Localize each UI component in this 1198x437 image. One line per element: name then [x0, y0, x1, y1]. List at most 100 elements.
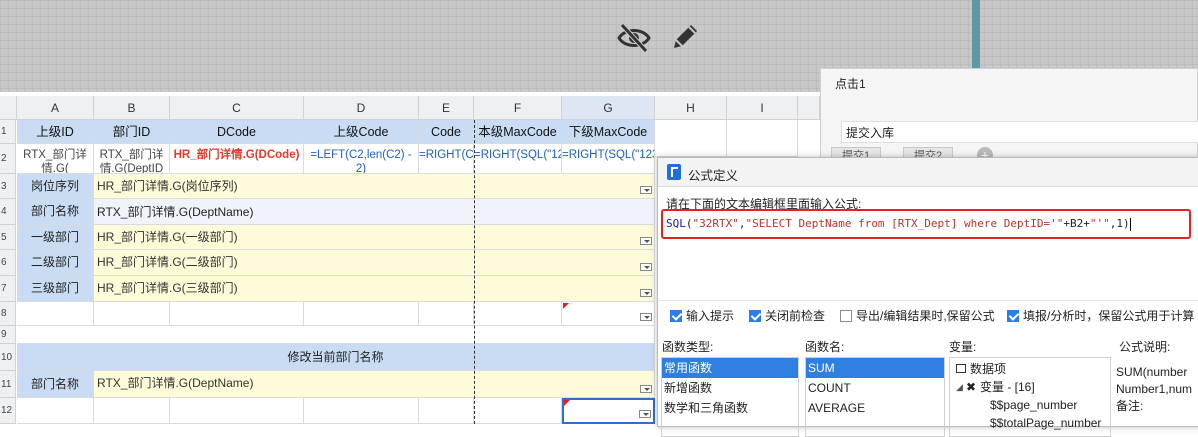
func-type-list[interactable]: 常用函数 新增函数 数学和三角函数 — [661, 357, 799, 437]
cell[interactable] — [17, 302, 94, 326]
checkbox-checked-icon[interactable] — [749, 310, 761, 322]
cell[interactable] — [170, 302, 304, 326]
checkbox-checked-icon[interactable] — [670, 310, 682, 322]
tree-item[interactable]: $$page_number — [950, 396, 1110, 414]
cell[interactable] — [94, 398, 170, 424]
list-item[interactable]: AVERAGE — [806, 398, 944, 418]
cell-f1[interactable]: 本级MaxCode — [474, 120, 562, 144]
dialog-titlebar[interactable]: 公式定义 — [658, 158, 1198, 187]
row-header[interactable]: 5 — [0, 225, 16, 250]
cell-f2[interactable]: =RIGHT(SQL("123RMS"," — [474, 144, 562, 174]
dropdown-icon[interactable] — [640, 289, 652, 297]
cell-g2[interactable]: =RIGHT(SQL("123RMS"," — [562, 144, 655, 174]
formula-input[interactable]: SQL("32RTX","SELECT DeptName from [RTX_D… — [661, 209, 1191, 239]
cell[interactable] — [474, 302, 562, 326]
col-header-e[interactable]: E — [419, 96, 474, 120]
cell[interactable] — [17, 398, 94, 424]
cell-b2[interactable]: RTX_部门详情.G(DeptID — [94, 144, 170, 174]
cell-d2[interactable]: =LEFT(C2,len(C2) - 2) — [304, 144, 419, 174]
tree-item[interactable]: $$totalPage_number — [950, 414, 1110, 432]
option-keep-formula-fill[interactable]: 填报/分析时，保留公式用于计算 — [1007, 307, 1194, 324]
collapse-arrow-icon[interactable]: ◢ — [956, 378, 963, 396]
row-header[interactable]: 8 — [0, 302, 16, 326]
cell[interactable] — [655, 120, 727, 157]
checkbox-checked-icon[interactable] — [1007, 310, 1019, 322]
cell[interactable] — [170, 398, 304, 424]
dropdown-icon[interactable] — [639, 410, 651, 418]
cell-d1[interactable]: 上级Code — [304, 120, 419, 144]
cell-a1[interactable]: 上级ID — [17, 120, 94, 144]
form-value[interactable]: HR_部门详情.G(一级部门) — [94, 225, 655, 250]
checkbox-unchecked-icon[interactable] — [840, 310, 852, 322]
row-header[interactable]: 4 — [0, 199, 16, 225]
col-header-b[interactable]: B — [94, 96, 170, 120]
row-header[interactable]: 9 — [0, 326, 16, 344]
cell[interactable] — [94, 302, 170, 326]
form-value-text: RTX_部门详情.G(DeptName) — [97, 376, 254, 390]
comment-marker — [563, 303, 569, 309]
cell[interactable] — [304, 398, 419, 424]
dropdown-icon[interactable] — [640, 385, 652, 393]
variable-tree[interactable]: 数据项 ◢ ✖ 变量 - [16] $$page_number $$totalPag… — [949, 357, 1111, 437]
cell-g1[interactable]: 下级MaxCode — [562, 120, 655, 144]
list-item[interactable]: 数学和三角函数 — [662, 398, 798, 418]
option-input-hint[interactable]: 输入提示 — [670, 307, 734, 324]
option-check-before-close[interactable]: 关闭前检查 — [749, 307, 825, 324]
row-header[interactable]: 1 — [0, 120, 16, 144]
row-header[interactable]: 6 — [0, 250, 16, 276]
row-header[interactable]: 11 — [0, 371, 16, 398]
col-header-h[interactable]: H — [655, 96, 727, 120]
dropdown-icon[interactable] — [640, 186, 652, 194]
list-item[interactable]: COUNT — [806, 378, 944, 398]
cell-e2[interactable]: =RIGHT(C2,2) — [419, 144, 474, 174]
eye-slash-icon[interactable] — [616, 20, 652, 56]
cell[interactable] — [727, 120, 798, 157]
cell-b1[interactable]: 部门ID — [94, 120, 170, 144]
row-header[interactable]: 12 — [0, 398, 16, 424]
form-value[interactable]: HR_部门详情.G(二级部门) — [94, 250, 655, 276]
formula-dialog: 公式定义 请在下面的文本编辑框里面输入公式: SQL("32RTX","SELE… — [657, 157, 1198, 437]
cell-e1[interactable]: Code — [419, 120, 474, 144]
pencil-icon[interactable] — [668, 20, 702, 54]
row-header[interactable]: 10 — [0, 344, 16, 371]
form-value[interactable]: HR_部门详情.G(三级部门) — [94, 276, 655, 302]
section-title: 修改当前部门名称 — [17, 344, 655, 371]
tree-item[interactable]: ◢ ✖ 变量 - [16] — [950, 378, 1110, 396]
cell[interactable] — [419, 302, 474, 326]
cell-a2[interactable]: RTX_部门详情.G( — [17, 144, 94, 174]
dropdown-icon[interactable] — [640, 263, 652, 271]
dropdown-icon[interactable] — [640, 237, 652, 245]
cell[interactable] — [419, 398, 474, 424]
cell-c2[interactable]: HR_部门详情.G(DCode) — [170, 144, 304, 174]
selected-cell-g12[interactable] — [562, 398, 655, 424]
row-header[interactable]: 7 — [0, 276, 16, 302]
formula-string: "'" — [1089, 217, 1110, 230]
col-header-d[interactable]: D — [304, 96, 419, 120]
col-header-g[interactable]: G — [562, 96, 655, 120]
cell-g8[interactable] — [562, 302, 655, 326]
func-name-list[interactable]: SUM COUNT AVERAGE — [805, 357, 945, 437]
option-keep-formula-export[interactable]: 导出/编辑结果时,保留公式 — [840, 307, 995, 324]
form-value[interactable]: RTX_部门详情.G(DeptName) — [94, 371, 655, 398]
row-header[interactable]: 2 — [0, 144, 16, 174]
form-value[interactable]: HR_部门详情.G(岗位序列) — [94, 174, 655, 199]
form-label: 部门名称 — [17, 199, 94, 225]
dropdown-icon[interactable] — [640, 313, 652, 321]
list-item[interactable]: 常用函数 — [662, 358, 798, 378]
list-item[interactable]: 新增函数 — [662, 378, 798, 398]
col-header-c[interactable]: C — [170, 96, 304, 120]
panel-input[interactable]: 提交入库 — [841, 121, 1198, 143]
col-header-a[interactable]: A — [17, 96, 94, 120]
empty-row[interactable] — [17, 326, 655, 344]
tree-item[interactable]: 数据项 — [950, 360, 1110, 378]
form-value[interactable]: RTX_部门详情.G(DeptName) — [94, 199, 655, 225]
cell-c1[interactable]: DCode — [170, 120, 304, 144]
list-item[interactable]: SUM — [806, 358, 944, 378]
col-header-i[interactable]: I — [727, 96, 798, 120]
row-header[interactable]: 3 — [0, 174, 16, 199]
formula-edit-area[interactable] — [658, 242, 1198, 301]
cell[interactable] — [474, 398, 562, 424]
cell[interactable] — [304, 302, 419, 326]
formula-string: "32RTX" — [692, 217, 739, 230]
col-header-f[interactable]: F — [474, 96, 562, 120]
